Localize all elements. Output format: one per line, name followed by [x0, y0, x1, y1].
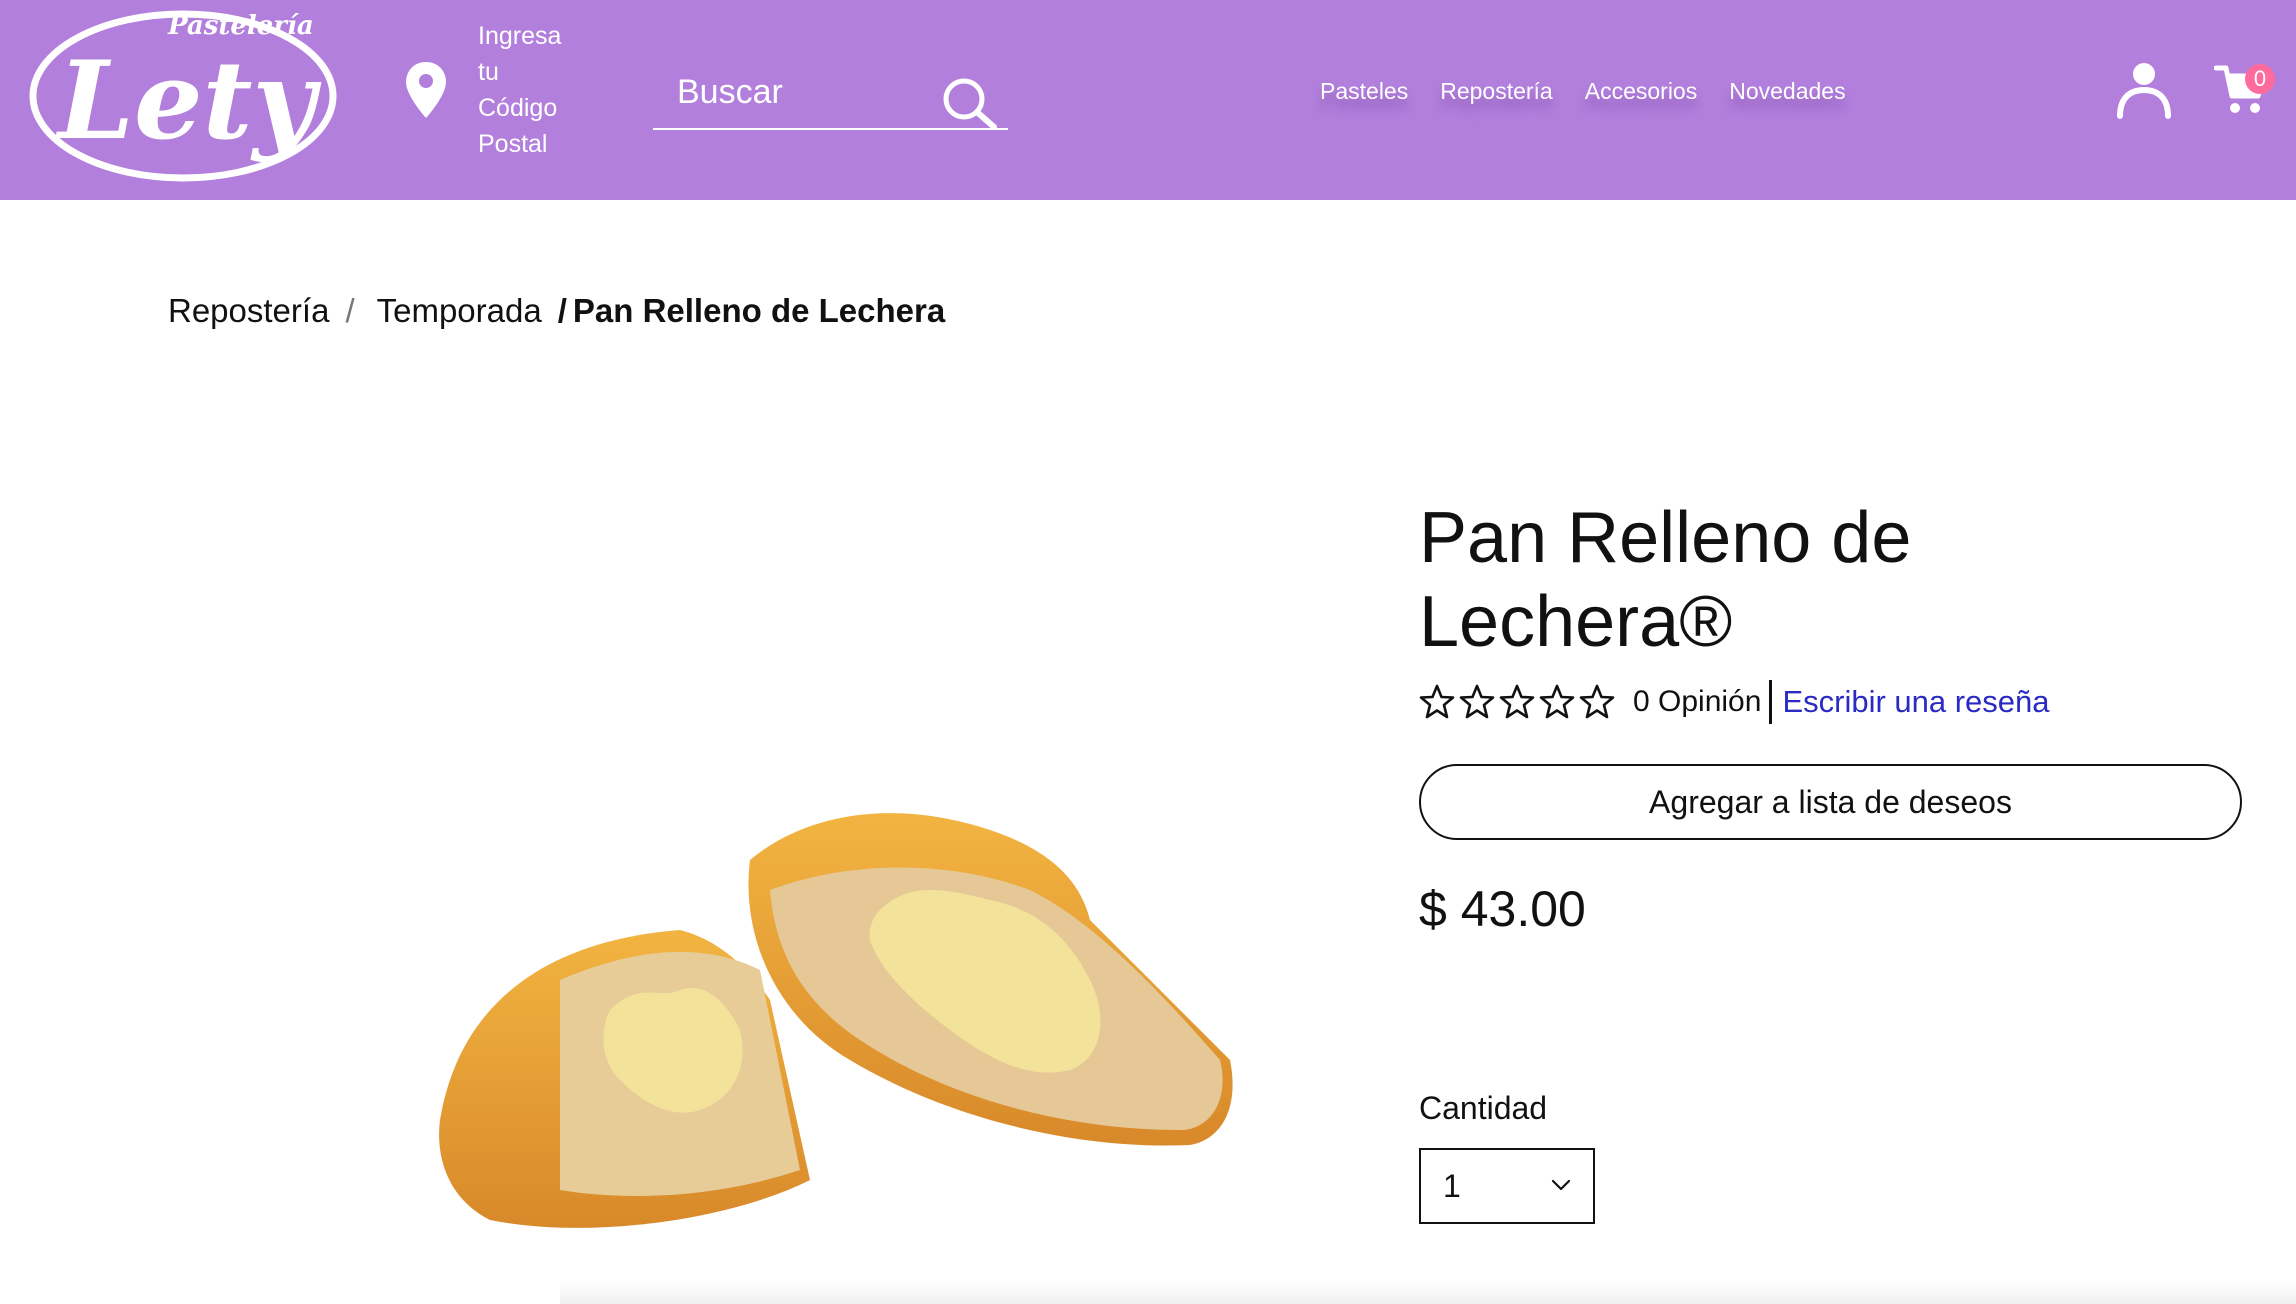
star-outline-icon[interactable]: [1419, 684, 1455, 720]
brand-name: Lety: [55, 38, 322, 164]
product-title-line: Pan Relleno de: [1419, 498, 1912, 578]
nav-item-pasteles[interactable]: Pasteles: [1320, 78, 1408, 105]
map-pin-icon[interactable]: [404, 60, 448, 120]
cart-count-badge[interactable]: 0: [2245, 64, 2275, 94]
product-price: $ 43.00: [1419, 881, 1586, 937]
chevron-down-icon: [1551, 1179, 1571, 1191]
postal-line: tu: [478, 58, 499, 86]
search-bar: [653, 62, 1008, 130]
breadcrumb-current: Pan Relleno de Lechera: [572, 292, 946, 329]
opinion-count: 0 Opinión: [1633, 680, 1773, 724]
rating-row: 0 Opinión Escribir una reseña: [1419, 680, 2050, 724]
brand-logo[interactable]: Pastelería Lety: [28, 0, 338, 184]
postal-code-prompt[interactable]: Ingresa tu Código Postal: [478, 18, 598, 162]
breadcrumb-item-reposteria[interactable]: Repostería: [168, 292, 329, 330]
nav-item-accesorios[interactable]: Accesorios: [1585, 78, 1697, 105]
star-outline-icon[interactable]: [1539, 684, 1575, 720]
postal-line: Postal: [478, 130, 548, 158]
postal-line: Ingresa: [478, 22, 562, 50]
site-header: Pastelería Lety Ingresa tu Código Postal…: [0, 0, 2296, 200]
add-to-wishlist-button[interactable]: Agregar a lista de deseos: [1419, 764, 2242, 840]
star-outline-icon[interactable]: [1459, 684, 1495, 720]
brand-tagline: Pastelería: [167, 11, 314, 41]
quantity-label: Cantidad: [1419, 1090, 1548, 1126]
search-input[interactable]: [677, 70, 937, 114]
product-image: [439, 813, 1233, 1228]
breadcrumb-separator: /: [557, 292, 567, 329]
nav-item-novedades[interactable]: Novedades: [1729, 78, 1845, 105]
write-review-link[interactable]: Escribir una reseña: [1782, 684, 2049, 720]
star-rating[interactable]: [1419, 684, 1615, 720]
footer-shadow: [560, 1280, 2296, 1304]
user-icon[interactable]: [2116, 58, 2172, 120]
product-title-line: Lechera®: [1419, 582, 1733, 662]
quantity-value: 1: [1443, 1168, 1461, 1204]
breadcrumb: Repostería / Temporada / Pan Relleno de …: [168, 292, 945, 330]
search-icon[interactable]: [938, 74, 998, 130]
breadcrumb-item-temporada[interactable]: Temporada: [377, 292, 542, 330]
star-outline-icon[interactable]: [1499, 684, 1535, 720]
main-nav: Pasteles Repostería Accesorios Novedades: [1320, 78, 1846, 105]
breadcrumb-separator: /: [345, 292, 355, 329]
product-title: Pan Relleno de Lechera®: [1419, 496, 2239, 664]
quantity-select[interactable]: 1: [1419, 1148, 1595, 1224]
star-outline-icon[interactable]: [1579, 684, 1615, 720]
postal-line: Código: [478, 94, 558, 122]
nav-item-reposteria[interactable]: Repostería: [1440, 78, 1553, 105]
